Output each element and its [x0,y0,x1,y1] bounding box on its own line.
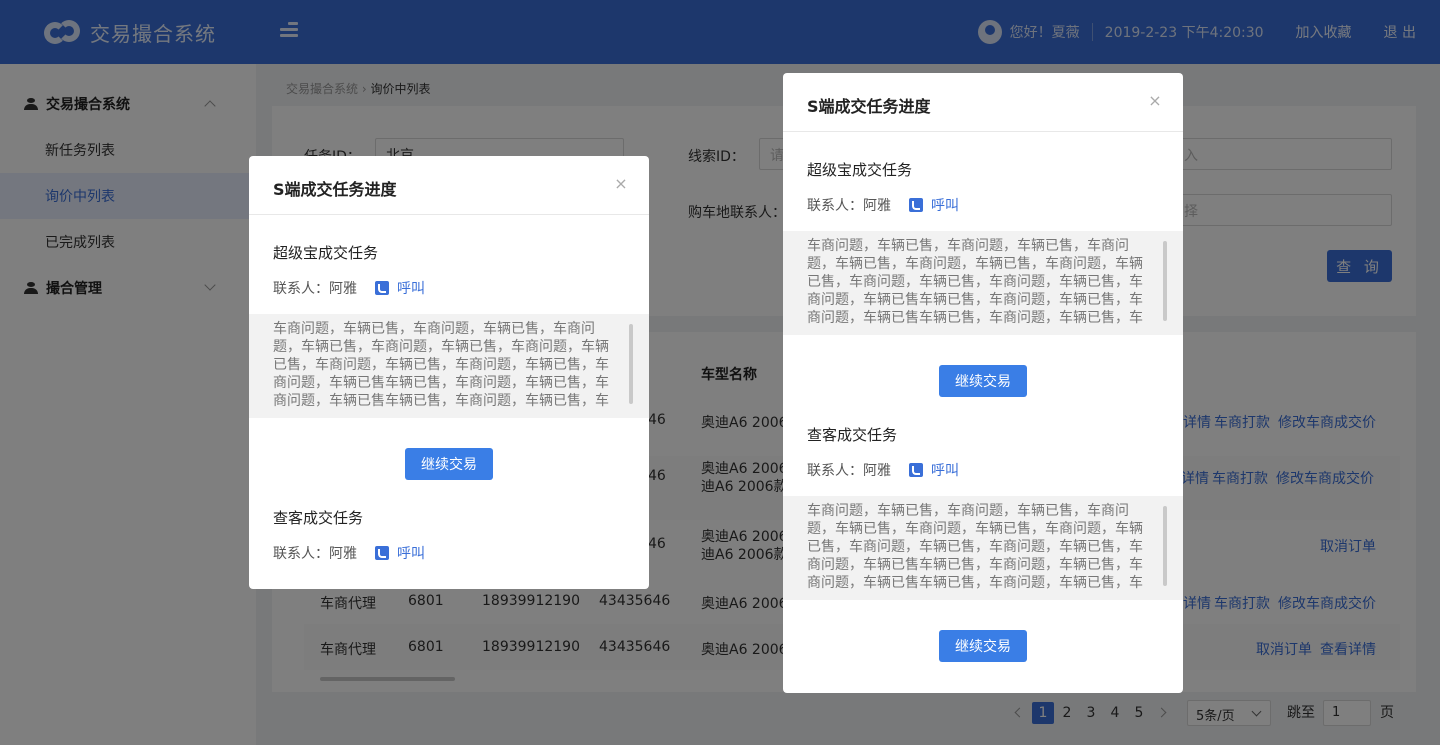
close-icon[interactable]: × [613,176,629,192]
notes-line: 车商问题，车辆已售，车商问题，车辆已售，车商问 [273,321,595,337]
notes-line: 商问题，车辆已售车辆已售，车商问题，车辆已售，车 [807,575,1143,591]
notes-scrollbar[interactable] [629,324,633,404]
continue-trade-button[interactable]: 继续交易 [939,365,1027,397]
continue-trade-button[interactable]: 继续交易 [405,448,493,480]
close-icon[interactable]: × [1147,93,1163,109]
modal-title: S端成交任务进度 [807,97,931,116]
task-progress-modal-right: S端成交任务进度 × 超级宝成交任务 联系人： 阿雅 呼叫 车商问题，车辆已售，… [783,73,1183,693]
contact-row: 联系人： 阿雅 呼叫 [807,460,959,480]
notes-scrollbar[interactable] [1163,506,1167,586]
phone-icon[interactable] [375,546,389,560]
notes-line: 已售，车商问题，车辆已售，车商问题，车辆已售，车 [807,274,1143,290]
call-link[interactable]: 呼叫 [397,278,425,298]
call-link[interactable]: 呼叫 [397,543,425,563]
notes-line: 题，车辆已售，车商问题，车辆已售，车商问题，车辆 [807,521,1143,537]
contact-name: 阿雅 [329,546,357,562]
notes-line: 车商问题，车辆已售，车商问题，车辆已售，车商问 [807,238,1129,254]
notes-line: 题，车辆已售，车商问题，车辆已售，车商问题，车辆 [807,256,1143,272]
contact-label: 联系人： [807,463,863,479]
contact-row: 联系人： 阿雅 呼叫 [273,543,425,563]
notes-line: 商问题，车辆已售车辆已售，车商问题，车辆已售，车 [273,393,609,409]
modal-overlay[interactable] [0,0,1440,745]
task-notes[interactable]: 车商问题，车辆已售，车商问题，车辆已售，车商问 题，车辆已售，车商问题，车辆已售… [783,496,1183,600]
notes-line: 商问题，车辆已售车辆已售，车商问题，车辆已售，车 [807,310,1143,326]
modal-header: S端成交任务进度 × [783,73,1183,132]
contact-label: 联系人： [273,546,329,562]
notes-line: 已售，车商问题，车辆已售，车商问题，车辆已售，车 [273,357,609,373]
task-title-chake: 查客成交任务 [807,426,898,444]
notes-line: 商问题，车辆已售车辆已售，车商问题，车辆已售，车 [807,557,1143,573]
task-title-super: 超级宝成交任务 [807,161,913,179]
contact-row: 联系人： 阿雅 呼叫 [807,195,959,215]
modal-title: S端成交任务进度 [273,180,397,199]
contact-name: 阿雅 [863,198,891,214]
contact-label: 联系人： [273,281,329,297]
modal-header: S端成交任务进度 × [249,156,649,215]
notes-line: 已售，车商问题，车辆已售，车商问题，车辆已售，车 [807,539,1143,555]
phone-icon[interactable] [909,198,923,212]
notes-scrollbar[interactable] [1163,241,1167,321]
task-notes[interactable]: 车商问题，车辆已售，车商问题，车辆已售，车商问 题，车辆已售，车商问题，车辆已售… [783,231,1183,335]
task-title-chake: 查客成交任务 [273,509,364,527]
contact-name: 阿雅 [863,463,891,479]
continue-trade-button[interactable]: 继续交易 [939,630,1027,662]
notes-line: 题，车辆已售，车商问题，车辆已售，车商问题，车辆 [273,339,609,355]
notes-line: 车商问题，车辆已售，车商问题，车辆已售，车商问 [807,503,1129,519]
call-link[interactable]: 呼叫 [931,460,959,480]
notes-line: 商问题，车辆已售车辆已售，车商问题，车辆已售，车 [807,292,1143,308]
contact-label: 联系人： [807,198,863,214]
task-progress-modal-left: S端成交任务进度 × 超级宝成交任务 联系人： 阿雅 呼叫 车商问题，车辆已售，… [249,156,649,589]
task-notes[interactable]: 车商问题，车辆已售，车商问题，车辆已售，车商问 题，车辆已售，车商问题，车辆已售… [249,314,649,418]
call-link[interactable]: 呼叫 [931,195,959,215]
phone-icon[interactable] [909,463,923,477]
contact-row: 联系人： 阿雅 呼叫 [273,278,425,298]
notes-line: 商问题，车辆已售车辆已售，车商问题，车辆已售，车 [273,375,609,391]
phone-icon[interactable] [375,281,389,295]
contact-name: 阿雅 [329,281,357,297]
task-title-super: 超级宝成交任务 [273,244,379,262]
